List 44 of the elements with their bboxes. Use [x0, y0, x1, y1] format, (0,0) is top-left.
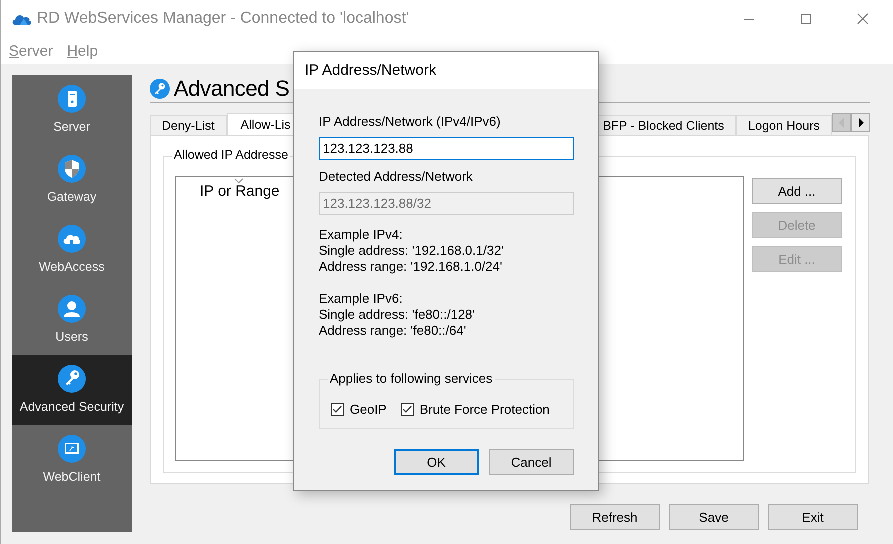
sidebar-item[interactable]: Advanced Security — [12, 355, 132, 425]
right-arrow-icon — [856, 116, 864, 128]
checkbox-label[interactable]: Brute Force Protection — [420, 402, 550, 417]
group-title: Allowed IP Addresse — [172, 148, 290, 162]
button[interactable]: Cancel — [489, 449, 574, 475]
key-icon — [150, 78, 170, 98]
example-heading: Example IPv4: — [319, 227, 404, 243]
checkbox[interactable] — [331, 403, 344, 416]
detected-value: 123.123.123.88/32 — [319, 192, 574, 215]
sidebar-item[interactable]: WebClient — [12, 425, 132, 495]
shield-icon — [58, 155, 86, 183]
close-icon[interactable] — [857, 13, 869, 25]
page-title: Advanced S — [174, 75, 290, 102]
user-icon — [58, 295, 86, 323]
button[interactable]: Exit — [768, 504, 858, 530]
button[interactable]: Save — [669, 504, 759, 530]
button[interactable]: OK — [394, 449, 480, 475]
example-text: Single address: 'fe80::/128' — [319, 307, 476, 323]
tab[interactable]: Deny-List — [150, 115, 227, 135]
example-text: Address range: '192.168.1.0/24' — [319, 259, 504, 275]
window-title: RD WebServices Manager - Connected to 'localhost' — [37, 10, 410, 28]
server-icon — [58, 85, 86, 113]
tab[interactable]: Logon Hours — [736, 115, 832, 135]
group-title: Applies to following services — [328, 371, 495, 386]
scroll-right-button[interactable] — [851, 113, 870, 132]
address-field[interactable]: 123.123.123.88 — [319, 137, 574, 160]
monitor-icon — [58, 435, 86, 463]
cloud-icon — [58, 225, 86, 253]
field-label: IP Address/Network (IPv4/IPv6) — [319, 114, 502, 130]
example-heading: Example IPv6: — [319, 291, 404, 307]
maximize-icon[interactable] — [800, 13, 812, 25]
example-text: Single address: '192.168.0.1/32' — [319, 243, 505, 259]
checkbox[interactable] — [400, 403, 414, 416]
key-icon — [58, 365, 86, 393]
sidebar-item[interactable]: Users — [12, 285, 132, 355]
sidebar-item[interactable]: WebAccess — [12, 215, 132, 285]
sort-icon — [234, 178, 244, 184]
button[interactable]: Add ... — [752, 178, 842, 204]
checkbox-label[interactable]: GeoIP — [350, 402, 387, 417]
sidebar-item[interactable]: Server — [12, 75, 132, 145]
dialog-title: IP Address/Network — [305, 62, 436, 79]
sidebar-item[interactable]: Gateway — [12, 145, 132, 215]
button[interactable]: Refresh — [570, 504, 660, 530]
example-text: Address range: 'fe80::/64' — [319, 323, 468, 339]
